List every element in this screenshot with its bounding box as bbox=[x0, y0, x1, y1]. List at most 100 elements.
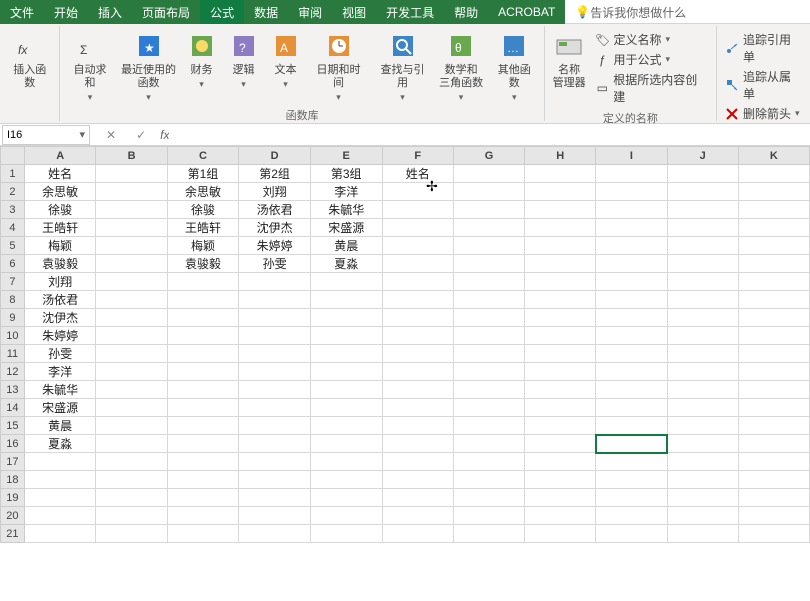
cell-J1[interactable] bbox=[667, 165, 738, 183]
cell-G16[interactable] bbox=[453, 435, 524, 453]
cell-F3[interactable] bbox=[382, 201, 453, 219]
cell-B17[interactable] bbox=[96, 453, 167, 471]
cell-A18[interactable] bbox=[24, 471, 96, 489]
cell-A13[interactable]: 朱毓华 bbox=[24, 381, 96, 399]
cell-A14[interactable]: 宋盛源 bbox=[24, 399, 96, 417]
row-header-12[interactable]: 12 bbox=[1, 363, 25, 381]
row-header-14[interactable]: 14 bbox=[1, 399, 25, 417]
cell-E10[interactable] bbox=[310, 327, 382, 345]
cell-D20[interactable] bbox=[239, 507, 311, 525]
col-header-B[interactable]: B bbox=[96, 147, 167, 165]
cell-C3[interactable]: 徐骏 bbox=[167, 201, 239, 219]
cell-K16[interactable] bbox=[738, 435, 809, 453]
cell-B13[interactable] bbox=[96, 381, 167, 399]
cancel-formula-button[interactable]: ✕ bbox=[100, 128, 122, 142]
row-header-18[interactable]: 18 bbox=[1, 471, 25, 489]
cell-K3[interactable] bbox=[738, 201, 809, 219]
financial-button[interactable]: 财务▾ bbox=[182, 28, 222, 105]
cell-B16[interactable] bbox=[96, 435, 167, 453]
cell-F15[interactable] bbox=[382, 417, 453, 435]
col-header-J[interactable]: J bbox=[667, 147, 738, 165]
cell-I18[interactable] bbox=[596, 471, 667, 489]
cell-F21[interactable] bbox=[382, 525, 453, 543]
cell-F6[interactable] bbox=[382, 255, 453, 273]
cell-F11[interactable] bbox=[382, 345, 453, 363]
row-header-13[interactable]: 13 bbox=[1, 381, 25, 399]
cell-I20[interactable] bbox=[596, 507, 667, 525]
cell-G8[interactable] bbox=[453, 291, 524, 309]
cell-D9[interactable] bbox=[239, 309, 311, 327]
cell-D13[interactable] bbox=[239, 381, 311, 399]
cell-F9[interactable] bbox=[382, 309, 453, 327]
cell-A19[interactable] bbox=[24, 489, 96, 507]
cell-I8[interactable] bbox=[596, 291, 667, 309]
cell-G7[interactable] bbox=[453, 273, 524, 291]
cell-H16[interactable] bbox=[525, 435, 596, 453]
cell-I17[interactable] bbox=[596, 453, 667, 471]
cell-C14[interactable] bbox=[167, 399, 239, 417]
cell-H18[interactable] bbox=[525, 471, 596, 489]
cell-F16[interactable] bbox=[382, 435, 453, 453]
cell-A3[interactable]: 徐骏 bbox=[24, 201, 96, 219]
tab-视图[interactable]: 视图 bbox=[332, 0, 376, 24]
cell-G11[interactable] bbox=[453, 345, 524, 363]
cell-D8[interactable] bbox=[239, 291, 311, 309]
cell-E1[interactable]: 第3组 bbox=[310, 165, 382, 183]
cell-B15[interactable] bbox=[96, 417, 167, 435]
tab-帮助[interactable]: 帮助 bbox=[444, 0, 488, 24]
other-button[interactable]: …其他函数▾ bbox=[489, 28, 540, 105]
cell-J9[interactable] bbox=[667, 309, 738, 327]
formula-bar[interactable] bbox=[169, 125, 810, 145]
cell-K14[interactable] bbox=[738, 399, 809, 417]
cell-C11[interactable] bbox=[167, 345, 239, 363]
col-header-E[interactable]: E bbox=[310, 147, 382, 165]
cell-E2[interactable]: 李洋 bbox=[310, 183, 382, 201]
cell-F20[interactable] bbox=[382, 507, 453, 525]
use-in-formula-button[interactable]: ƒ用于公式▾ bbox=[595, 50, 708, 69]
cell-E6[interactable]: 夏淼 bbox=[310, 255, 382, 273]
cell-K21[interactable] bbox=[738, 525, 809, 543]
cell-I9[interactable] bbox=[596, 309, 667, 327]
cell-H11[interactable] bbox=[525, 345, 596, 363]
cell-A15[interactable]: 黄晨 bbox=[24, 417, 96, 435]
cell-F12[interactable] bbox=[382, 363, 453, 381]
cell-J11[interactable] bbox=[667, 345, 738, 363]
cell-G17[interactable] bbox=[453, 453, 524, 471]
cell-G4[interactable] bbox=[453, 219, 524, 237]
cell-C18[interactable] bbox=[167, 471, 239, 489]
cell-G12[interactable] bbox=[453, 363, 524, 381]
cell-B1[interactable] bbox=[96, 165, 167, 183]
row-header-5[interactable]: 5 bbox=[1, 237, 25, 255]
tab-插入[interactable]: 插入 bbox=[88, 0, 132, 24]
define-name-button[interactable]: 🏷定义名称▾ bbox=[595, 30, 708, 49]
cell-K15[interactable] bbox=[738, 417, 809, 435]
cell-D3[interactable]: 汤依君 bbox=[239, 201, 311, 219]
cell-I15[interactable] bbox=[596, 417, 667, 435]
cell-A2[interactable]: 余思敏 bbox=[24, 183, 96, 201]
cell-G15[interactable] bbox=[453, 417, 524, 435]
cell-J16[interactable] bbox=[667, 435, 738, 453]
row-header-1[interactable]: 1 bbox=[1, 165, 25, 183]
cell-D7[interactable] bbox=[239, 273, 311, 291]
name-manager-button[interactable]: 名称 管理器 bbox=[549, 28, 590, 108]
cell-E3[interactable]: 朱毓华 bbox=[310, 201, 382, 219]
col-header-D[interactable]: D bbox=[239, 147, 311, 165]
cell-G2[interactable] bbox=[453, 183, 524, 201]
cell-G19[interactable] bbox=[453, 489, 524, 507]
cell-K4[interactable] bbox=[738, 219, 809, 237]
cell-H9[interactable] bbox=[525, 309, 596, 327]
tab-ACROBAT[interactable]: ACROBAT bbox=[488, 0, 565, 24]
cell-C6[interactable]: 袁骏毅 bbox=[167, 255, 239, 273]
cell-K7[interactable] bbox=[738, 273, 809, 291]
row-header-19[interactable]: 19 bbox=[1, 489, 25, 507]
tab-数据[interactable]: 数据 bbox=[244, 0, 288, 24]
cell-H12[interactable] bbox=[525, 363, 596, 381]
cell-K13[interactable] bbox=[738, 381, 809, 399]
cell-H8[interactable] bbox=[525, 291, 596, 309]
cell-G6[interactable] bbox=[453, 255, 524, 273]
col-header-F[interactable]: F bbox=[382, 147, 453, 165]
cell-B21[interactable] bbox=[96, 525, 167, 543]
cell-C5[interactable]: 梅颖 bbox=[167, 237, 239, 255]
cell-D17[interactable] bbox=[239, 453, 311, 471]
cell-I13[interactable] bbox=[596, 381, 667, 399]
